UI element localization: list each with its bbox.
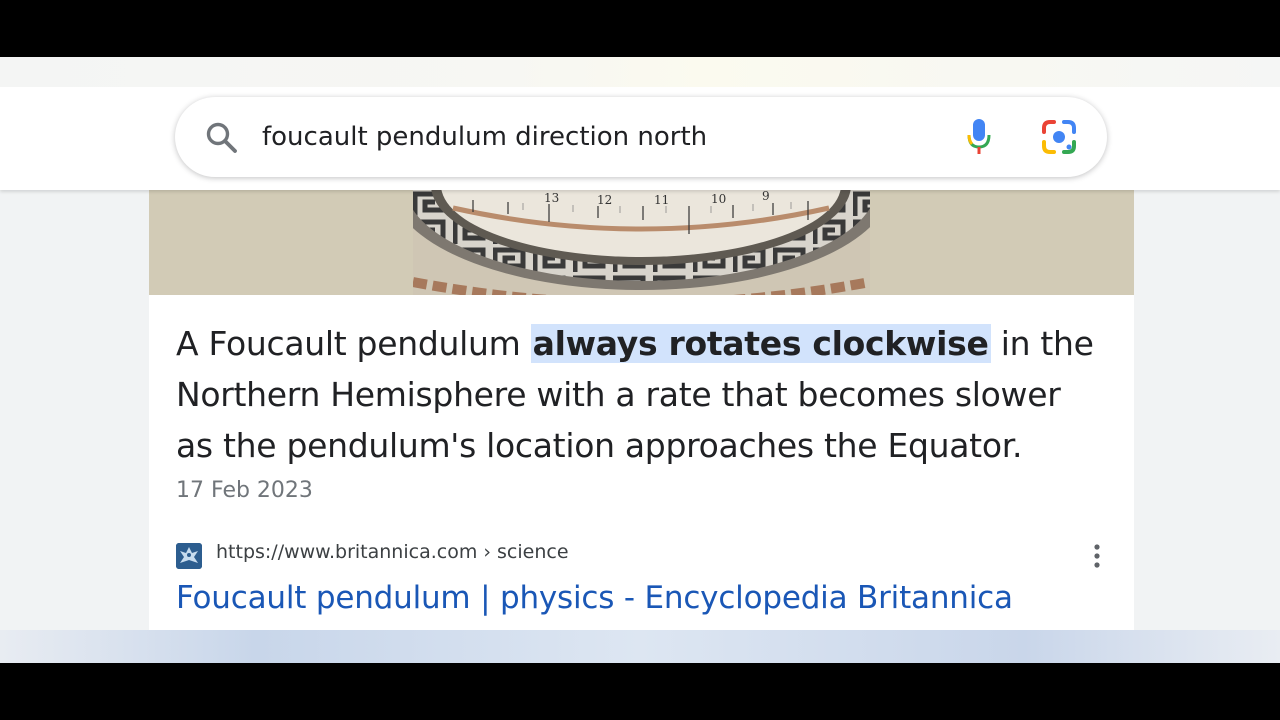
snippet-date: 17 Feb 2023 — [176, 478, 313, 503]
dial-number: 10 — [711, 192, 726, 206]
search-box[interactable]: foucault pendulum direction north — [175, 97, 1107, 177]
dial-number: 11 — [654, 193, 669, 207]
browser-screen: foucault pendulum direction north 13 12 … — [0, 57, 1280, 663]
more-vert-icon[interactable] — [1089, 542, 1105, 570]
dial-number: 12 — [597, 193, 612, 207]
britannica-favicon — [176, 543, 202, 569]
pendulum-floor-image[interactable]: 13 12 11 10 9 — [413, 190, 870, 295]
snippet-image-strip: 13 12 11 10 9 — [149, 190, 1134, 295]
snippet-text: A Foucault pendulum always rotates clock… — [176, 318, 1106, 471]
dial-number: 13 — [544, 191, 559, 205]
snippet-highlight: always rotates clockwise — [530, 324, 991, 363]
search-icon[interactable] — [205, 121, 239, 155]
featured-snippet-card: 13 12 11 10 9 A Foucault pendulum always… — [149, 190, 1134, 663]
snippet-text-before: A Foucault pendulum — [176, 324, 531, 363]
result-title-link[interactable]: Foucault pendulum | physics - Encycloped… — [176, 580, 1013, 616]
google-lens-icon[interactable] — [1041, 119, 1077, 155]
source-url[interactable]: https://www.britannica.com › science — [216, 541, 569, 563]
bottom-nav-fade — [0, 630, 1280, 663]
mic-icon[interactable] — [965, 117, 993, 157]
letterbox-top — [0, 0, 1280, 57]
search-header: foucault pendulum direction north — [0, 57, 1280, 190]
search-input[interactable]: foucault pendulum direction north — [262, 119, 707, 155]
header-glow — [0, 57, 1280, 87]
dial-number: 9 — [762, 190, 770, 203]
letterbox-bottom — [0, 663, 1280, 720]
